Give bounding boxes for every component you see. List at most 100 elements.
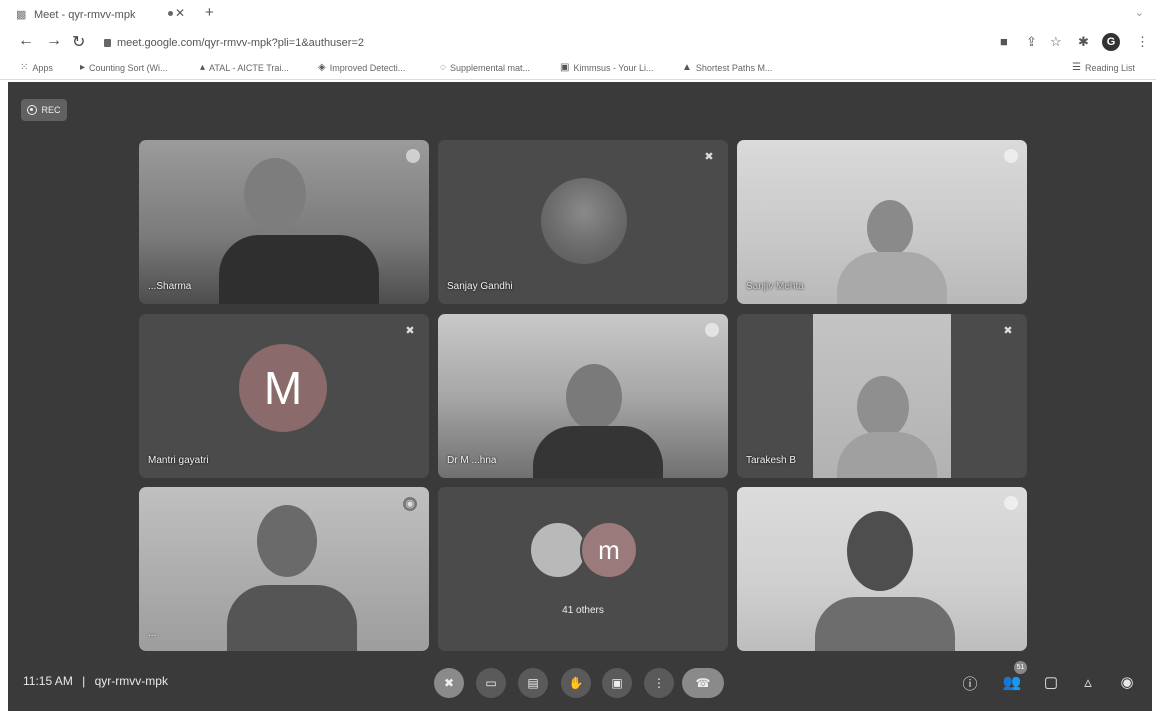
meeting-info-button[interactable]: ⓘ (960, 673, 980, 694)
chat-button[interactable]: ▢ (1041, 673, 1061, 691)
extensions-icon[interactable]: ✱ (1078, 34, 1089, 50)
participant-name: ... (148, 628, 157, 639)
participant-avatar (541, 178, 627, 264)
speaking-indicator-icon (406, 149, 420, 163)
participant-video-body (533, 426, 663, 478)
participant-video-body (815, 597, 955, 651)
record-icon (27, 105, 38, 115)
participant-tile[interactable]: ...Sharma (139, 140, 429, 304)
reload-button[interactable]: ↻ (72, 32, 85, 52)
meeting-code: qyr-rmvv-mpk (94, 674, 168, 688)
participant-tile[interactable]: Dr M ...hna (438, 314, 728, 478)
browser-toolbar: ← → ↻ meet.google.com/qyr-rmvv-mpk?pli=1… (0, 28, 1156, 58)
participant-video-body (837, 252, 947, 304)
camera-icon: ▭ (485, 676, 497, 690)
participant-avatar: M (239, 344, 327, 432)
mic-off-icon: ✖ (443, 676, 455, 690)
tab-search-icon[interactable]: ⌄ (1135, 6, 1144, 19)
camera-toggle-button[interactable]: ▭ (476, 668, 506, 698)
people-count-badge: 51 (1014, 661, 1027, 674)
people-button[interactable]: 👥 (1002, 673, 1022, 691)
participant-video (847, 511, 913, 591)
forward-button[interactable]: → (46, 32, 62, 50)
participant-tile[interactable]: Sanjiv Mehta (737, 140, 1027, 304)
participant-video (566, 364, 622, 430)
bookmark-item[interactable]: ▣ Kimmsus - Your Li... (560, 62, 653, 73)
bookmark-icon: ◈ (318, 62, 326, 73)
address-bar[interactable]: meet.google.com/qyr-rmvv-mpk?pli=1&authu… (104, 32, 984, 54)
back-button[interactable]: ← (18, 32, 34, 50)
profile-avatar[interactable]: G (1102, 33, 1120, 51)
participant-tile[interactable]: ◉ ... (139, 487, 429, 651)
recording-label: REC (41, 105, 61, 115)
share-icon[interactable]: ⇪ (1026, 34, 1037, 50)
bookmark-star-icon[interactable]: ☆ (1050, 34, 1062, 50)
lock-icon (104, 39, 111, 47)
raise-hand-button[interactable]: ✋ (561, 668, 591, 698)
participant-avatar (529, 521, 587, 579)
browser-tab[interactable]: ▩ Meet - qyr-rmvv-mpk (16, 6, 135, 24)
hand-icon: ✋ (568, 676, 584, 690)
participant-video-body (837, 432, 937, 478)
hang-up-icon: ☎ (695, 676, 711, 690)
browser-tabstrip: ▩ Meet - qyr-rmvv-mpk ✕ + ⌄ (0, 0, 1156, 28)
host-controls-button[interactable]: ◉ (1117, 673, 1137, 691)
bookmark-item[interactable]: ▸ Counting Sort (Wi... (80, 62, 168, 73)
leave-call-button[interactable]: ☎ (682, 668, 724, 698)
participant-video (244, 158, 306, 230)
bookmarks-bar: ⁙ Apps ▸ Counting Sort (Wi... ▴ ATAL - AICT… (0, 58, 1156, 80)
meet-stage: REC ...Sharma ✖ Sanjay Gandhi Sanjiv Meh… (8, 82, 1152, 711)
participant-video-head (857, 376, 909, 438)
captions-button[interactable]: ▤ (518, 668, 548, 698)
new-tab-button[interactable]: + (205, 4, 214, 21)
participant-tile[interactable]: m 41 others (438, 487, 728, 651)
meeting-details: 11:15 AM | qyr-rmvv-mpk (23, 674, 168, 688)
reading-list[interactable]: ☰ Reading List (1072, 62, 1135, 73)
bookmark-icon: ▲ (682, 62, 692, 73)
present-screen-button[interactable]: ▣ (602, 668, 632, 698)
mic-toggle-button[interactable]: ✖ (434, 668, 464, 698)
bookmark-item[interactable]: ◈ Improved Detecti... (318, 62, 405, 73)
bookmark-icon: ▴ (200, 62, 206, 73)
participant-video (257, 505, 317, 577)
participant-tile[interactable]: ✖ Tarakesh B (737, 314, 1027, 478)
bookmark-item[interactable]: ▲ Shortest Paths M... (682, 62, 772, 73)
tab-title: Meet - qyr-rmvv-mpk (34, 9, 136, 21)
participant-avatar: m (580, 521, 638, 579)
camera-indicator-icon[interactable]: ■ (1000, 34, 1008, 49)
participant-video (813, 314, 951, 478)
more-vert-icon: ⋮ (653, 676, 665, 690)
bookmark-icon: ▸ (80, 62, 86, 73)
speaking-indicator-icon (1004, 496, 1018, 510)
mic-off-icon: ✖ (704, 151, 714, 163)
mic-off-icon: ✖ (405, 325, 415, 337)
captions-icon: ▤ (527, 676, 539, 690)
participant-video (867, 200, 913, 256)
speaking-icon: ◉ (403, 497, 417, 511)
bookmark-item[interactable]: ⁙ Apps (20, 62, 53, 73)
tab-close-icon[interactable]: ✕ (175, 6, 185, 20)
speaking-indicator-icon (1004, 149, 1018, 163)
meeting-time: 11:15 AM (23, 674, 73, 688)
participant-tile[interactable] (737, 487, 1027, 651)
participant-name: ...Sharma (148, 281, 192, 292)
meeting-separator: | (82, 674, 86, 688)
menu-icon[interactable]: ⋮ (1136, 34, 1149, 50)
participant-video-body (227, 585, 357, 651)
mic-off-icon: ✖ (1003, 325, 1013, 337)
participant-tile[interactable]: M ✖ Mantri gayatri (139, 314, 429, 478)
bookmark-item[interactable]: ◌ Supplemental mat... (440, 62, 530, 73)
recording-badge[interactable]: REC (21, 99, 67, 121)
participant-name: Tarakesh B (746, 455, 797, 466)
activities-button[interactable]: ▵ (1078, 673, 1098, 691)
url-text: meet.google.com/qyr-rmvv-mpk?pli=1&authu… (117, 37, 365, 49)
participant-name: Sanjiv Mehta (746, 281, 804, 292)
participant-name: Sanjay Gandhi (447, 281, 513, 292)
more-options-button[interactable]: ⋮ (644, 668, 674, 698)
participant-name: Mantri gayatri (148, 455, 209, 466)
bookmark-item[interactable]: ▴ ATAL - AICTE Trai... (200, 62, 289, 73)
participant-tile[interactable]: ✖ Sanjay Gandhi (438, 140, 728, 304)
speaking-indicator-icon (705, 323, 719, 337)
present-icon: ▣ (611, 676, 623, 690)
others-count-label: 41 others (562, 605, 604, 616)
